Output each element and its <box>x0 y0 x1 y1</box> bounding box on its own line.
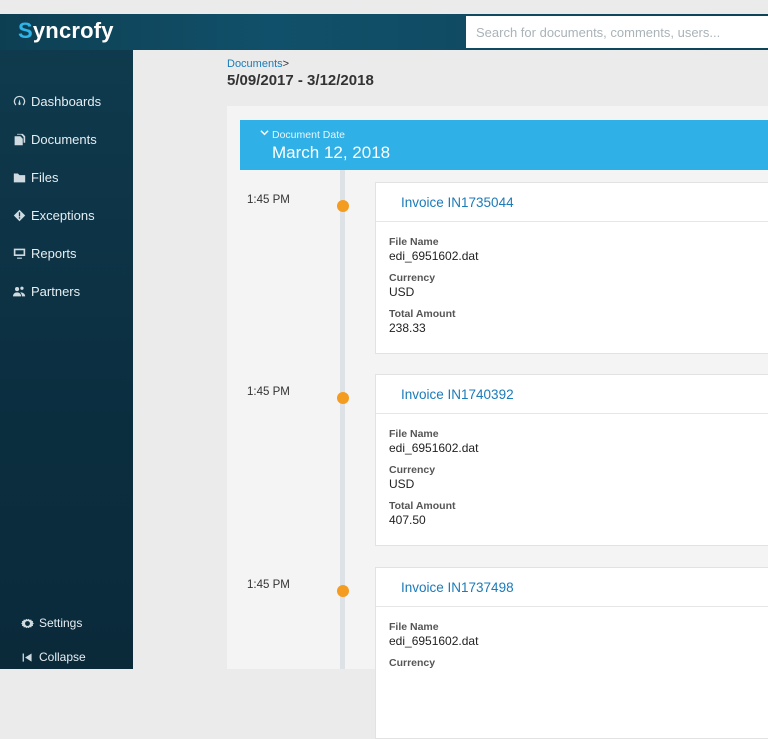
sidebar-item-label: Documents <box>31 131 97 147</box>
sidebar-item-label: Dashboards <box>31 93 102 109</box>
entry-time: 1:45 PM <box>247 194 290 206</box>
logo-initial: S <box>18 18 33 43</box>
breadcrumb-separator: > <box>282 58 290 70</box>
sidebar-item-exceptions[interactable]: Exceptions <box>0 196 133 234</box>
collapse-label: Collapse <box>39 650 86 664</box>
timeline-dot <box>337 585 349 597</box>
reports-icon <box>12 246 26 260</box>
field-label: Currency <box>389 657 436 669</box>
gear-icon <box>20 616 34 630</box>
field-value: USD <box>389 477 415 491</box>
field-value: edi_6951602.dat <box>389 634 479 648</box>
field-value: 238.33 <box>389 321 426 335</box>
document-fields: File Name edi_6951602.dat Currency USD T… <box>389 236 478 344</box>
field-label: Total Amount <box>389 500 456 512</box>
field-value: edi_6951602.dat <box>389 441 479 455</box>
dashboard-icon <box>12 94 26 108</box>
field-value: USD <box>389 285 415 299</box>
breadcrumb-documents[interactable]: Documents <box>227 58 283 70</box>
date-group-header[interactable]: Document Date March 12, 2018 <box>240 120 768 170</box>
sidebar-item-partners[interactable]: Partners <box>0 272 133 310</box>
document-fields: File Name edi_6951602.dat Currency USD T… <box>389 428 478 536</box>
entry-time: 1:45 PM <box>247 386 290 398</box>
logo-text: yncrofy <box>32 18 114 43</box>
sidebar-item-label: Partners <box>31 283 81 299</box>
sidebar-item-dashboards[interactable]: Dashboards <box>0 82 133 120</box>
document-card: Invoice IN1737498 File Name edi_6951602.… <box>375 567 768 739</box>
document-card: Invoice IN1735044 File Name edi_6951602.… <box>375 182 768 354</box>
settings-button[interactable]: Settings <box>20 606 86 640</box>
sidebar-bottom: Settings Collapse <box>20 606 86 674</box>
settings-label: Settings <box>39 616 83 630</box>
app-logo[interactable]: Syncrofy <box>18 18 114 44</box>
card-divider <box>376 413 768 414</box>
field-label: Currency <box>389 272 436 284</box>
sidebar-item-label: Exceptions <box>31 207 95 223</box>
field-label: File Name <box>389 621 439 633</box>
top-bar: Syncrofy <box>0 14 768 50</box>
document-fields: File Name edi_6951602.dat Currency <box>389 621 478 679</box>
document-card: Invoice IN1740392 File Name edi_6951602.… <box>375 374 768 546</box>
field-value: 407.50 <box>389 513 426 527</box>
chevron-down-icon <box>260 130 269 136</box>
document-title-link[interactable]: Invoice IN1737498 <box>401 580 514 595</box>
field-label: Currency <box>389 464 436 476</box>
collapse-icon <box>20 650 34 664</box>
card-divider <box>376 221 768 222</box>
main-content: Documents> 5/09/2017 - 3/12/2018 Documen… <box>133 50 768 739</box>
search-input[interactable] <box>466 16 768 48</box>
date-group-value: March 12, 2018 <box>272 143 391 162</box>
sidebar-nav: Dashboards Documents Files Exceptions Re… <box>0 82 133 310</box>
document-title-link[interactable]: Invoice IN1735044 <box>401 195 514 210</box>
timeline-panel: Document Date March 12, 2018 1:45 PM Inv… <box>227 106 768 739</box>
sidebar-item-label: Reports <box>31 245 77 261</box>
files-icon <box>12 170 26 184</box>
card-divider <box>376 606 768 607</box>
sidebar-item-files[interactable]: Files <box>0 158 133 196</box>
field-label: File Name <box>389 236 439 248</box>
breadcrumb[interactable]: Documents> <box>227 58 289 70</box>
documents-icon <box>12 132 26 146</box>
timeline-dot <box>337 392 349 404</box>
sidebar: Dashboards Documents Files Exceptions Re… <box>0 50 133 669</box>
field-value: edi_6951602.dat <box>389 249 479 263</box>
timeline-dot <box>337 200 349 212</box>
field-label: Total Amount <box>389 308 456 320</box>
sidebar-item-documents[interactable]: Documents <box>0 120 133 158</box>
document-title-link[interactable]: Invoice IN1740392 <box>401 387 514 402</box>
partners-icon <box>12 284 26 298</box>
sidebar-item-reports[interactable]: Reports <box>0 234 133 272</box>
field-label: File Name <box>389 428 439 440</box>
entry-time: 1:45 PM <box>247 579 290 591</box>
exceptions-icon <box>12 208 26 222</box>
date-group-label: Document Date <box>272 129 345 141</box>
sidebar-item-label: Files <box>31 169 59 185</box>
page-title: 5/09/2017 - 3/12/2018 <box>227 72 374 89</box>
